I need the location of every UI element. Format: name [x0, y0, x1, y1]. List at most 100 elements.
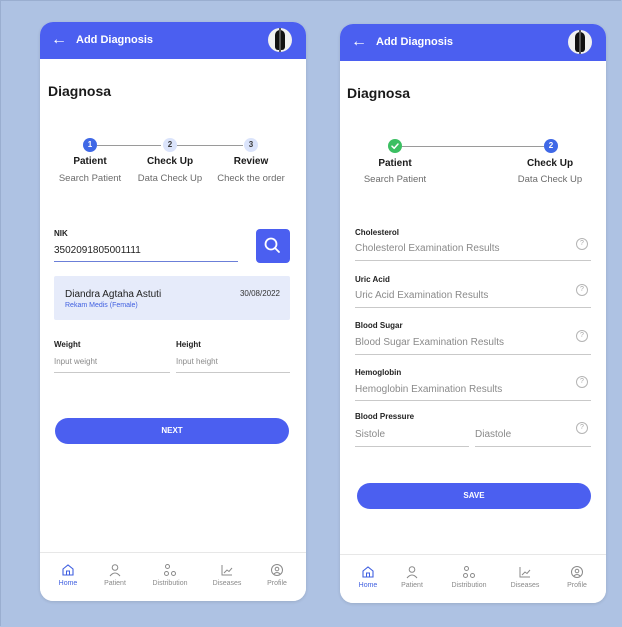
- step-2-label: Check Up: [526, 158, 574, 169]
- nik-label: NIK: [54, 229, 68, 238]
- profile-icon: [271, 564, 283, 576]
- nav-label-diseases: Diseases: [510, 582, 540, 589]
- distribution-icon: [463, 566, 475, 578]
- nav-label-profile: Profile: [267, 580, 287, 587]
- uric-acid-underline: [355, 307, 591, 308]
- cholesterol-input[interactable]: Cholesterol Examination Results: [355, 243, 500, 254]
- nav-label-profile: Profile: [567, 582, 587, 589]
- screen-search-patient: ← Add Diagnosis Diagnosa 1 2 3 Patient C…: [40, 22, 306, 601]
- step-1-subtitle: Search Patient: [363, 174, 427, 185]
- help-icon[interactable]: ?: [576, 330, 588, 342]
- hemoglobin-underline: [355, 400, 591, 401]
- search-button[interactable]: [256, 229, 290, 263]
- step-2-subtitle: Data Check Up: [517, 174, 583, 185]
- height-input[interactable]: Input height: [176, 357, 218, 366]
- person-icon: [109, 564, 121, 577]
- step-2-indicator: 2: [544, 139, 558, 153]
- step-2-subtitle: Data Check Up: [137, 173, 203, 184]
- diastole-underline: [475, 446, 591, 447]
- nav-label-patient: Patient: [401, 582, 423, 589]
- step-3-label: Review: [233, 156, 269, 167]
- chart-icon: [519, 567, 531, 578]
- weight-underline: [54, 372, 170, 373]
- patient-record: Rekam Medis (Female): [65, 302, 138, 309]
- nav-item-profile[interactable]: Profile: [551, 565, 603, 589]
- back-arrow-icon[interactable]: ←: [351, 33, 367, 51]
- back-arrow-icon[interactable]: ←: [51, 31, 67, 49]
- nav-item-patient[interactable]: Patient: [89, 563, 141, 587]
- page-title: Diagnosa: [347, 85, 411, 101]
- help-icon[interactable]: ?: [576, 284, 588, 296]
- nav-label-diseases: Diseases: [212, 580, 242, 587]
- avatar[interactable]: [568, 30, 592, 54]
- sistole-underline: [355, 446, 469, 447]
- step-1-indicator: 1: [83, 138, 97, 152]
- height-underline: [176, 372, 290, 373]
- nik-input[interactable]: 3502091805001111: [54, 245, 141, 256]
- page-title: Diagnosa: [48, 83, 112, 99]
- app-header: ← Add Diagnosis: [340, 24, 606, 61]
- cholesterol-label: Cholesterol: [355, 228, 400, 237]
- step-3-indicator: 3: [244, 138, 258, 152]
- step-1-indicator: [388, 139, 402, 153]
- help-icon[interactable]: ?: [576, 422, 588, 434]
- step-2-label: Check Up: [146, 156, 194, 167]
- help-icon[interactable]: ?: [576, 238, 588, 250]
- next-button[interactable]: NEXT: [55, 418, 289, 444]
- step-1-subtitle: Search Patient: [58, 173, 122, 184]
- home-icon: [62, 564, 74, 576]
- save-button[interactable]: SAVE: [357, 483, 591, 509]
- nav-label-distribution: Distribution: [152, 580, 188, 587]
- patient-name: Diandra Agtaha Astuti: [65, 289, 162, 300]
- blood-sugar-label: Blood Sugar: [355, 321, 403, 330]
- step-3-subtitle: Check the order: [217, 173, 285, 184]
- blood-sugar-underline: [355, 354, 591, 355]
- hemoglobin-input[interactable]: Hemoglobin Examination Results: [355, 384, 502, 395]
- patient-date: 30/08/2022: [239, 289, 280, 298]
- nav-label-patient: Patient: [104, 580, 126, 587]
- home-icon: [362, 566, 374, 578]
- nav-item-home[interactable]: Home: [42, 563, 94, 587]
- nav-item-distribution[interactable]: Distribution: [144, 563, 196, 587]
- height-label: Height: [176, 340, 201, 349]
- nav-label-distribution: Distribution: [451, 582, 487, 589]
- help-icon[interactable]: ?: [576, 376, 588, 388]
- bottom-nav: Home Patient Distribution Diseases Profi…: [340, 554, 606, 603]
- step-1-label: Patient: [378, 158, 412, 169]
- person-icon: [406, 566, 418, 579]
- nav-label-home: Home: [58, 580, 78, 587]
- blood-sugar-input[interactable]: Blood Sugar Examination Results: [355, 337, 504, 348]
- step-1-label: Patient: [73, 156, 107, 167]
- nav-item-profile[interactable]: Profile: [251, 563, 303, 587]
- header-title: Add Diagnosis: [76, 34, 154, 46]
- weight-input[interactable]: Input weight: [54, 357, 97, 366]
- hemoglobin-label: Hemoglobin: [355, 368, 402, 377]
- nav-item-diseases[interactable]: Diseases: [499, 565, 551, 589]
- check-icon: [391, 143, 399, 150]
- nik-underline: [54, 261, 238, 262]
- nav-item-diseases[interactable]: Diseases: [201, 563, 253, 587]
- step-connector: [177, 145, 243, 146]
- patient-card[interactable]: Diandra Agtaha Astuti Rekam Medis (Femal…: [54, 276, 290, 320]
- search-icon: [264, 237, 280, 253]
- sistole-input[interactable]: Sistole: [355, 429, 385, 440]
- step-connector: [97, 145, 161, 146]
- nav-item-distribution[interactable]: Distribution: [443, 565, 495, 589]
- screen-check-up: ← Add Diagnosis Diagnosa 2 Patient Check…: [340, 24, 606, 603]
- weight-label: Weight: [54, 340, 81, 349]
- chart-icon: [221, 565, 233, 576]
- uric-acid-label: Uric Acid: [355, 275, 390, 284]
- blood-pressure-label: Blood Pressure: [355, 412, 415, 421]
- nav-item-patient[interactable]: Patient: [386, 565, 438, 589]
- profile-icon: [571, 566, 583, 578]
- uric-acid-input[interactable]: Uric Acid Examination Results: [355, 290, 488, 301]
- app-header: ← Add Diagnosis: [40, 22, 306, 59]
- step-connector: [402, 146, 544, 147]
- bottom-nav: Home Patient Distribution Diseases Profi…: [40, 552, 306, 601]
- diastole-input[interactable]: Diastole: [475, 429, 511, 440]
- distribution-icon: [164, 564, 176, 576]
- header-title: Add Diagnosis: [376, 36, 454, 48]
- cholesterol-underline: [355, 260, 591, 261]
- step-2-indicator: 2: [163, 138, 177, 152]
- avatar[interactable]: [268, 28, 292, 52]
